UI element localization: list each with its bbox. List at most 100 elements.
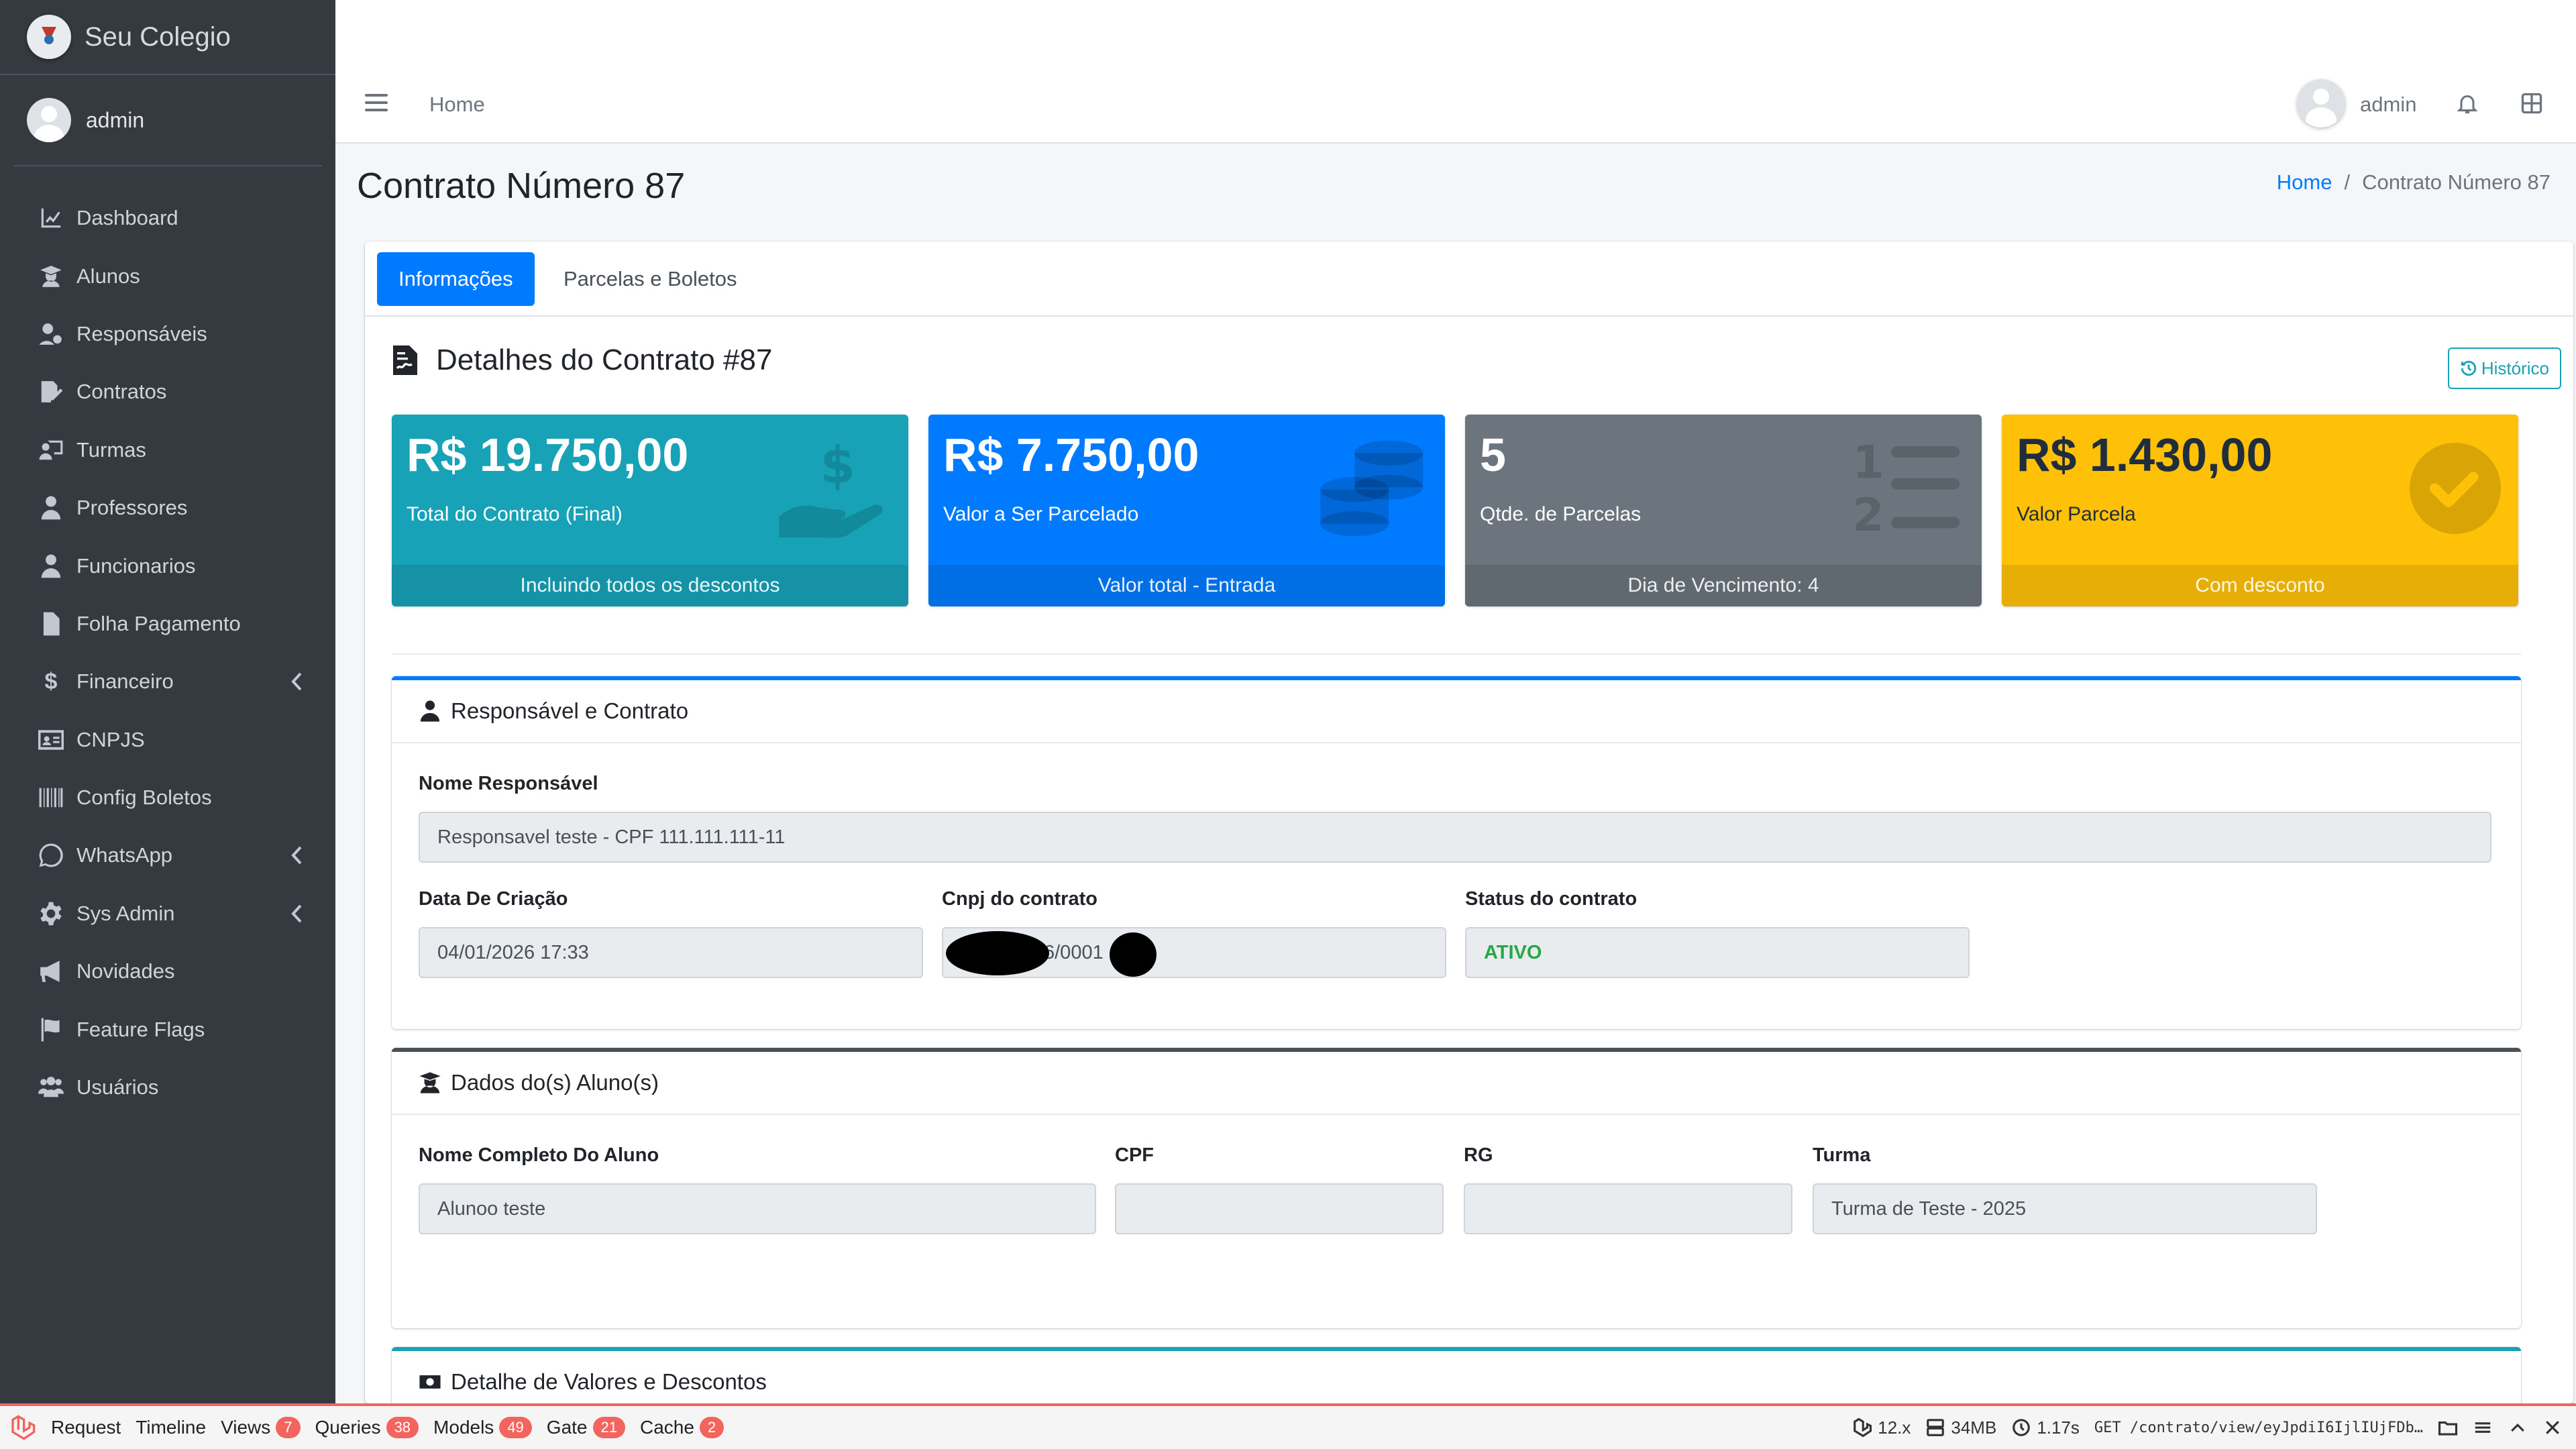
file-signature-icon bbox=[38, 378, 64, 405]
close-icon[interactable] bbox=[2542, 1417, 2563, 1438]
card-title: Detalhe de Valores e Descontos bbox=[451, 1369, 767, 1394]
debug-version: 12.x bbox=[1852, 1417, 1911, 1438]
contract-card: Informações Parcelas e Boletos Detalhes … bbox=[365, 241, 2573, 1403]
debug-tab-request[interactable]: Request bbox=[51, 1417, 121, 1438]
sidebar-item-label: Responsáveis bbox=[76, 321, 207, 345]
sidebar-item-usuarios[interactable]: Usuários bbox=[0, 1059, 335, 1116]
small-box-footer[interactable]: Incluindo todos os descontos bbox=[392, 565, 908, 606]
debug-memory-value: 34MB bbox=[1951, 1417, 1997, 1438]
sidebar-item-novidades[interactable]: Novidades bbox=[0, 943, 335, 1000]
summary-boxes: R$ 19.750,00 Total do Contrato (Final) $… bbox=[392, 415, 2521, 606]
sidebar-item-folha-pagamento[interactable]: Folha Pagamento bbox=[0, 595, 335, 653]
aluno-cpf-field[interactable] bbox=[1115, 1183, 1444, 1234]
small-box-footer[interactable]: Dia de Vencimento: 4 bbox=[1465, 565, 1982, 606]
status-field[interactable]: ATIVO bbox=[1465, 927, 1970, 978]
debug-tab-label: Queries bbox=[315, 1417, 381, 1438]
brand-link[interactable]: Seu Colegio bbox=[0, 0, 335, 75]
count-badge: 38 bbox=[386, 1417, 419, 1438]
users-cog-icon bbox=[38, 1074, 64, 1101]
sidebar-item-label: Sys Admin bbox=[76, 901, 175, 925]
debug-tab-timeline[interactable]: Timeline bbox=[136, 1417, 206, 1438]
creation-date-field[interactable]: 04/01/2026 17:33 bbox=[419, 927, 923, 978]
sidebar-item-alunos[interactable]: Alunos bbox=[0, 247, 335, 305]
sidebar-item-contratos[interactable]: Contratos bbox=[0, 363, 335, 421]
aluno-name-field[interactable]: Alunoo teste bbox=[419, 1183, 1096, 1234]
svg-text:2: 2 bbox=[1852, 489, 1884, 542]
card-header: Dados do(s) Aluno(s) bbox=[392, 1052, 2521, 1115]
small-box-value: R$ 1.430,00 bbox=[2017, 429, 2273, 481]
debug-tab-views[interactable]: Views 7 bbox=[221, 1417, 301, 1438]
sidebar-item-financeiro[interactable]: $ Financeiro bbox=[0, 653, 335, 710]
card-header: Detalhe de Valores e Descontos bbox=[392, 1351, 2521, 1403]
user-panel[interactable]: admin bbox=[13, 75, 322, 166]
svg-text:1: 1 bbox=[1852, 437, 1884, 490]
details-title: Detalhes do Contrato #87 bbox=[436, 343, 773, 376]
sidebar-item-turmas[interactable]: Turmas bbox=[0, 421, 335, 479]
tab-bar: Informações Parcelas e Boletos bbox=[365, 241, 2573, 317]
sidebar-item-feature-flags[interactable]: Feature Flags bbox=[0, 1000, 335, 1058]
sidebar-user-name[interactable]: admin bbox=[86, 108, 144, 133]
history-button[interactable]: Histórico bbox=[2447, 347, 2561, 389]
menu-toggle-icon[interactable] bbox=[365, 94, 388, 111]
sidebar-item-sys-admin[interactable]: Sys Admin bbox=[0, 885, 335, 943]
clock-icon bbox=[2012, 1419, 2031, 1436]
debug-tab-gate[interactable]: Gate 21 bbox=[547, 1417, 625, 1438]
small-box-footer[interactable]: Com desconto bbox=[2002, 565, 2518, 606]
sidebar-item-label: Feature Flags bbox=[76, 1017, 205, 1041]
debug-stats: 12.x 34MB 1.17s GET /contrato/view/eyJpd… bbox=[1852, 1406, 2563, 1449]
field-label: Cnpj do contrato bbox=[942, 888, 1097, 910]
sidebar-item-label: Financeiro bbox=[76, 669, 174, 694]
breadcrumb: Home / Contrato Número 87 bbox=[2277, 170, 2551, 195]
sidebar-item-professores[interactable]: Professores bbox=[0, 479, 335, 537]
debug-tab-label: Cache bbox=[639, 1417, 694, 1438]
user-tie-icon bbox=[420, 700, 440, 722]
field-label: Data De Criação bbox=[419, 888, 568, 910]
sidebar-item-label: Alunos bbox=[76, 264, 140, 288]
check-circle-icon bbox=[2410, 443, 2501, 534]
responsavel-name-field[interactable]: Responsavel teste - CPF 111.111.111-11 bbox=[419, 812, 2491, 863]
top-home-link[interactable]: Home bbox=[429, 93, 485, 117]
grid-icon[interactable] bbox=[2520, 91, 2544, 115]
cnpj-value: 6/0001 bbox=[1044, 942, 1104, 963]
debug-tab-queries[interactable]: Queries 38 bbox=[315, 1417, 419, 1438]
redaction-mark bbox=[946, 931, 1049, 975]
debug-tab-models[interactable]: Models 49 bbox=[433, 1417, 532, 1438]
breadcrumb-home[interactable]: Home bbox=[2277, 170, 2332, 195]
chart-line-icon bbox=[38, 205, 64, 231]
sidebar-item-label: Folha Pagamento bbox=[76, 611, 241, 635]
sidebar-item-responsaveis[interactable]: Responsáveis bbox=[0, 305, 335, 363]
sidebar-item-label: Dashboard bbox=[76, 206, 178, 230]
count-badge: 21 bbox=[592, 1417, 625, 1438]
tab-informacoes[interactable]: Informações bbox=[377, 252, 535, 306]
debug-tab-label: Request bbox=[51, 1417, 121, 1438]
sidebar-item-whatsapp[interactable]: WhatsApp bbox=[0, 826, 335, 884]
settings-icon[interactable] bbox=[2473, 1417, 2493, 1438]
barcode-icon bbox=[38, 784, 64, 811]
user-graduate-icon bbox=[419, 1072, 441, 1093]
card-title: Dados do(s) Aluno(s) bbox=[451, 1070, 659, 1095]
sidebar-item-funcionarios[interactable]: Funcionarios bbox=[0, 537, 335, 594]
small-box-value: R$ 19.750,00 bbox=[407, 429, 689, 481]
field-label: Status do contrato bbox=[1465, 888, 1638, 910]
sidebar-item-dashboard[interactable]: Dashboard bbox=[0, 189, 335, 247]
top-user-name[interactable]: admin bbox=[2360, 93, 2416, 117]
sidebar-item-cnpjs[interactable]: CNPJS bbox=[0, 711, 335, 769]
aluno-turma-field[interactable]: Turma de Teste - 2025 bbox=[1813, 1183, 2317, 1234]
sidebar-item-config-boletos[interactable]: Config Boletos bbox=[0, 769, 335, 826]
tab-parcelas-boletos[interactable]: Parcelas e Boletos bbox=[542, 252, 758, 306]
user-tie-icon bbox=[38, 494, 64, 521]
debug-version-value: 12.x bbox=[1878, 1417, 1911, 1438]
chevron-up-icon[interactable] bbox=[2508, 1417, 2528, 1438]
small-box-footer[interactable]: Valor total - Entrada bbox=[928, 565, 1445, 606]
folder-open-icon[interactable] bbox=[2438, 1417, 2458, 1438]
laravel-logo-icon[interactable] bbox=[9, 1414, 36, 1441]
top-navbar: Home admin bbox=[335, 0, 2576, 144]
bell-icon[interactable] bbox=[2455, 91, 2479, 115]
field-label: RG bbox=[1464, 1144, 1493, 1166]
aluno-rg-field[interactable] bbox=[1464, 1183, 1792, 1234]
debug-request[interactable]: GET /contrato/view/eyJpdiI6IjlIUjFDb… bbox=[2094, 1419, 2423, 1436]
debug-tab-cache[interactable]: Cache 2 bbox=[640, 1417, 724, 1438]
avatar[interactable] bbox=[2297, 79, 2345, 127]
server-icon bbox=[1927, 1419, 1945, 1436]
small-box-label: Total do Contrato (Final) bbox=[407, 503, 623, 525]
